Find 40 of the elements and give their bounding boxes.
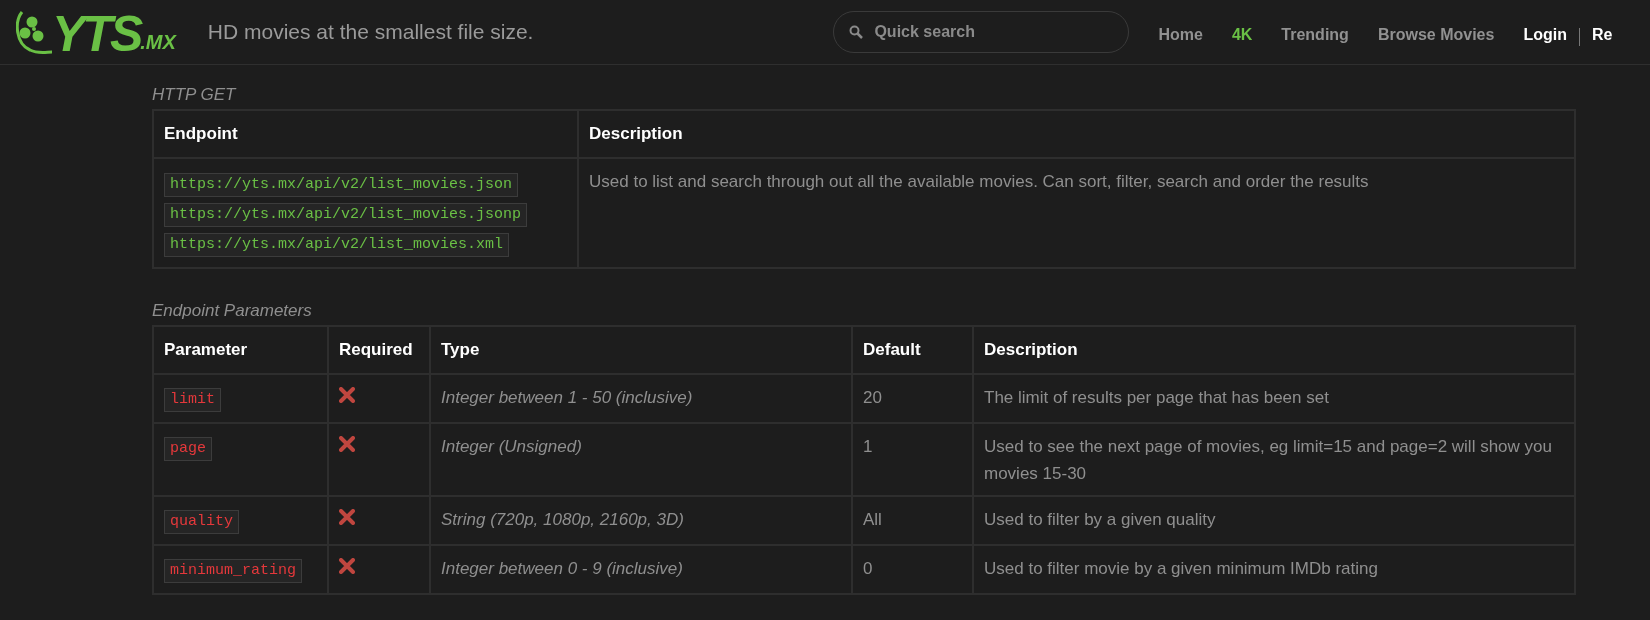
table-cell: Used to see the next page of movies, eg limit=15 and page=2 will show you movies 15-30 [984,437,1552,483]
table-cell: Used to filter by a given quality [984,510,1216,529]
column-header: Endpoint [153,110,578,158]
endpoint-url: https://yts.mx/api/v2/list_movies.jsonp [164,203,528,227]
parameter-name: quality [164,510,239,534]
column-header: Description [578,110,1575,158]
logo-suffix[interactable]: .MX [140,30,176,54]
section-title: Endpoint Parameters [152,301,313,321]
parameter-name: minimum_rating [164,559,303,583]
table-cell: 1 [863,437,873,456]
logo-text[interactable]: YTS [52,10,141,58]
nav-link[interactable]: Browse Movies [1377,20,1495,44]
endpoint-url: https://yts.mx/api/v2/list_movies.xml [164,233,510,257]
nav-link[interactable]: Home [1158,20,1203,44]
tagline: HD movies at the smallest file size. [207,20,534,44]
column-header: Description [973,326,1575,374]
table-cell: Integer between 1 - 50 (inclusive) [441,388,693,407]
nav-link[interactable]: Login [1523,20,1567,44]
table-cell: The limit of results per page that has been set [984,388,1329,407]
search-field[interactable]: Quick search [833,11,1130,53]
column-header: Required [328,326,430,374]
column-header: Type [430,326,852,374]
section-title: HTTP GET [152,85,238,105]
nav-link[interactable]: Re [1591,20,1613,44]
table-cell: Used to list and search through out all the available movies. Can sort, filter, search and order the results [589,172,1369,191]
table-cell: Integer between 0 - 9 (inclusive) [441,559,683,578]
column-header: Parameter [153,326,328,374]
endpoint-url: https://yts.mx/api/v2/list_movies.json [164,173,519,197]
table-cell: All [863,510,882,529]
table-cell: String (720p, 1080p, 2160p, 3D) [441,510,684,529]
search-icon [849,25,864,39]
column-header: Default [852,326,973,374]
parameter-name: limit [164,388,221,412]
parameter-name: page [164,437,212,461]
table-cell: 0 [863,559,873,578]
table-cell: 20 [863,388,882,407]
table-cell: Integer (Unsigned) [441,437,582,456]
nav-link[interactable]: Trending [1281,20,1349,44]
table-cell: Used to filter movie by a given minimum IMDb rating [984,559,1378,578]
nav-link[interactable]: 4K [1231,20,1253,44]
